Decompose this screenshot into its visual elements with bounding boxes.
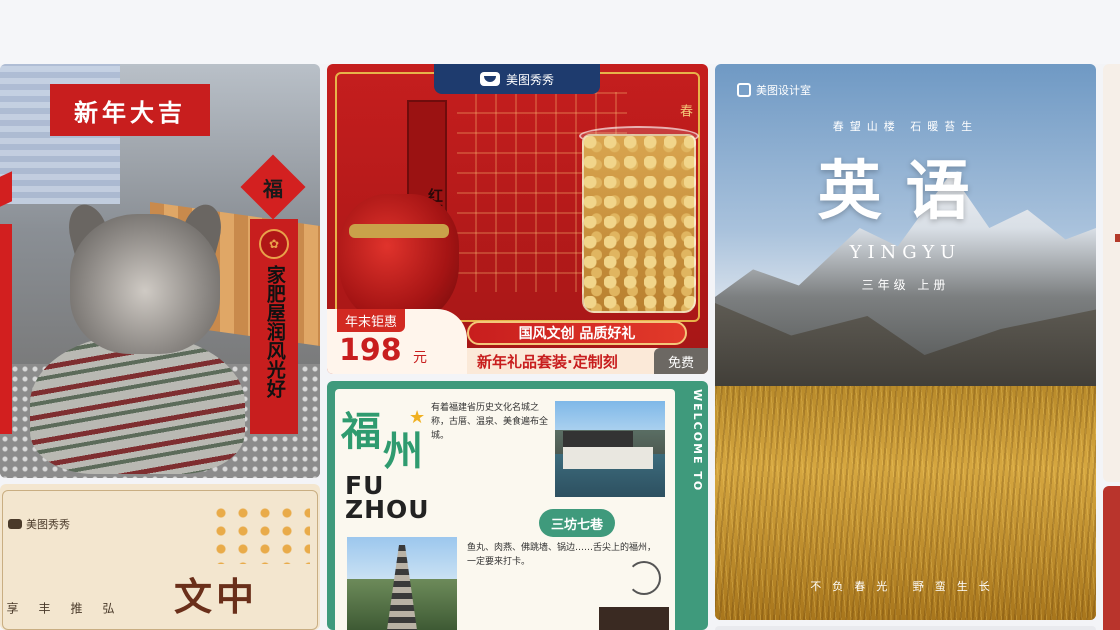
brand-name: 美图秀秀 [505, 72, 554, 87]
city-title-char: 福 [341, 409, 381, 455]
price-unit: 元 [413, 350, 427, 366]
seal-icon: ✿ [259, 229, 289, 259]
new-year-badge: 新年大吉 [50, 84, 210, 136]
brand-name: 美图设计室 [756, 84, 811, 97]
roof [563, 431, 633, 447]
dog-head [70, 214, 220, 354]
fu-diamond: 福 [240, 154, 306, 220]
photo-food [599, 607, 669, 630]
photo-old-houses [555, 401, 665, 497]
template-card-new-year-dog[interactable]: 新年大吉 福 ✿ 家肥屋润风光好 [0, 64, 320, 478]
template-card-partial[interactable] [715, 626, 1096, 630]
cover-title: 英语 [817, 154, 994, 229]
pagoda [387, 545, 417, 630]
promo-label: 年末钜惠 [337, 309, 406, 332]
dog-sweater [30, 334, 245, 474]
city-title-char: 州 [383, 429, 423, 475]
cover-tagline: 春望山楼 石暖苔生 [832, 120, 979, 133]
couplet-banner: ✿ 家肥屋润风光好 [250, 219, 298, 434]
meitu-logo-icon [8, 519, 22, 529]
column-text: 丰 [37, 602, 51, 614]
photo-pagoda [347, 537, 457, 630]
plum-branch [210, 504, 310, 564]
template-card-gift-set[interactable]: 红梅糕 春 美图秀秀 年末钜惠 198 元 国风文创 品质好礼 新年礼品套装·定… [327, 64, 708, 374]
free-badge: 免费 [654, 348, 708, 374]
location-tag: 三坊七巷 [539, 509, 615, 537]
price-box: 年末钜惠 198 元 [327, 309, 467, 374]
top-bar [0, 0, 1120, 64]
city-title-en: ZHOU [345, 495, 430, 524]
cover-bottom-slogan: 不负春光 野蛮生长 [810, 580, 1001, 593]
decor-red-strip [0, 224, 12, 434]
decor-red-strip [0, 171, 12, 207]
design-studio-logo-icon [737, 83, 751, 97]
cover-grade: 三年级 上册 [861, 278, 950, 292]
pouch-band [349, 224, 449, 238]
brand-mark: 美图秀秀 [8, 516, 70, 532]
template-card-partial[interactable] [1103, 486, 1120, 630]
couplet-text: 家肥屋润风光好 [263, 265, 286, 398]
template-card-fuzhou[interactable]: WELCOME TO 福 ★ 州 FU ZHOU 有着福建省历史文化名城之称，古… [327, 381, 708, 630]
brand-name: 美图秀秀 [26, 518, 70, 531]
column-text: 享 [5, 602, 19, 614]
column-text: 弘 [101, 602, 115, 614]
glass-jar [582, 134, 696, 313]
intro-handwriting: 有着福建省历史文化名城之称，古厝、温泉、美食遍布全城。 [431, 403, 549, 441]
fu-character: 福 [263, 176, 283, 201]
brand-tab: 美图秀秀 [434, 64, 600, 94]
decor-mark [1115, 234, 1120, 242]
culture-title: 文中 [174, 574, 259, 619]
swirl-doodle-icon [627, 561, 661, 595]
welcome-text: WELCOME TO [691, 389, 704, 493]
cover-pinyin: YINGYU [849, 242, 962, 263]
column-text: 推 [69, 602, 83, 614]
gift-pouch [339, 194, 459, 324]
slogan-pill: 国风文创 品质好礼 [467, 321, 687, 345]
meitu-logo-icon [479, 72, 500, 86]
template-card-culture[interactable]: 美图秀秀 文中 享 丰 推 弘 [0, 484, 320, 630]
wall [563, 447, 653, 469]
corner-text: 春 [677, 104, 692, 117]
template-card-english-textbook[interactable]: 美图设计室 春望山楼 石暖苔生 英语 YINGYU 三年级 上册 不负春光 野蛮… [715, 64, 1096, 620]
template-card-partial[interactable] [1103, 64, 1120, 482]
brand-mark: 美图设计室 [737, 82, 811, 98]
vertical-columns: 享 丰 推 弘 [5, 602, 115, 614]
price-value: 198 [339, 333, 402, 368]
